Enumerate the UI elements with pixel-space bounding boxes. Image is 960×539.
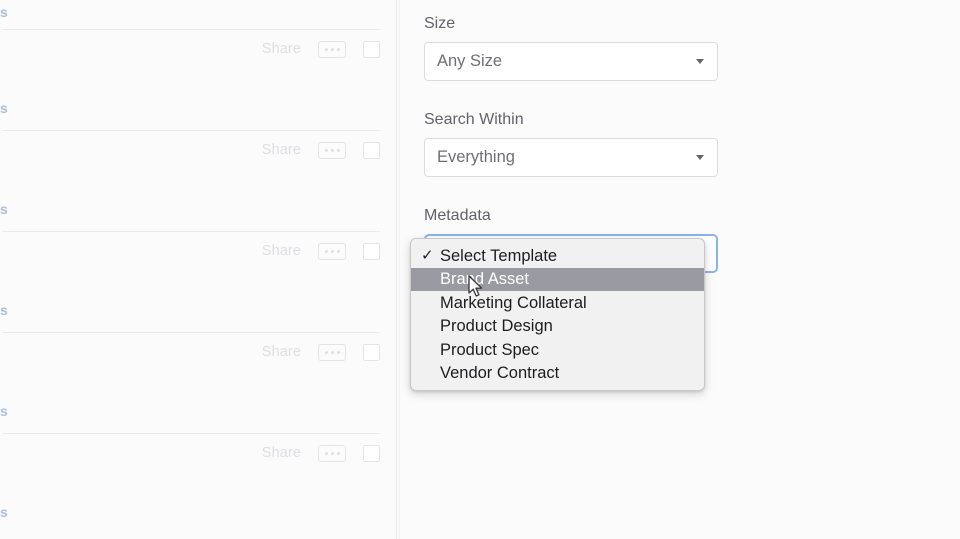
- result-link-fragment[interactable]: s: [0, 303, 8, 317]
- row-checkbox[interactable]: [363, 445, 380, 462]
- ellipsis-icon[interactable]: [318, 41, 346, 58]
- dropdown-item-marketing-collateral[interactable]: Marketing Collateral: [411, 291, 704, 315]
- row-actions: Share: [262, 344, 380, 361]
- row-checkbox[interactable]: [363, 142, 380, 159]
- result-link-fragment[interactable]: s: [0, 5, 8, 19]
- row-checkbox[interactable]: [363, 344, 380, 361]
- row-divider: [3, 332, 380, 333]
- table-row[interactable]: Share s: [0, 231, 397, 332]
- row-divider: [3, 231, 380, 232]
- result-link-fragment[interactable]: s: [0, 505, 8, 519]
- dropdown-item-label: Marketing Collateral: [440, 295, 587, 312]
- field-search-within: Search Within Everything: [424, 111, 718, 177]
- dropdown-item-product-design[interactable]: Product Design: [411, 315, 704, 339]
- row-actions: Share: [262, 142, 380, 159]
- size-label: Size: [424, 15, 718, 33]
- panel-divider: [396, 0, 397, 539]
- ellipsis-icon[interactable]: [318, 445, 346, 462]
- share-button[interactable]: Share: [262, 143, 301, 158]
- share-button[interactable]: Share: [262, 345, 301, 360]
- dropdown-item-label: Product Spec: [440, 342, 539, 359]
- checkmark-icon: ✓: [421, 248, 434, 264]
- row-actions: Share: [262, 445, 380, 462]
- ellipsis-icon[interactable]: [318, 344, 346, 361]
- dropdown-item-vendor-contract[interactable]: Vendor Contract: [411, 362, 704, 386]
- table-row[interactable]: Share s: [0, 332, 397, 433]
- dropdown-item-label: Brand Asset: [440, 271, 529, 288]
- ellipsis-icon[interactable]: [318, 142, 346, 159]
- share-button[interactable]: Share: [262, 42, 301, 57]
- size-select[interactable]: Any Size: [424, 42, 718, 81]
- table-row[interactable]: Share s: [0, 29, 397, 130]
- table-row[interactable]: Share s: [0, 130, 397, 231]
- dropdown-item-label: Select Template: [440, 248, 557, 265]
- share-button[interactable]: Share: [262, 244, 301, 259]
- chevron-down-icon: [696, 155, 704, 160]
- search-within-select[interactable]: Everything: [424, 138, 718, 177]
- dropdown-item-select-template[interactable]: ✓ Select Template: [411, 244, 704, 268]
- result-link-fragment[interactable]: s: [0, 404, 8, 418]
- row-divider: [3, 433, 380, 434]
- chevron-down-icon: [696, 59, 704, 64]
- ellipsis-icon[interactable]: [318, 243, 346, 260]
- result-link-fragment[interactable]: s: [0, 202, 8, 216]
- row-divider: [3, 29, 380, 30]
- result-link-fragment[interactable]: s: [0, 101, 8, 115]
- search-filters-screen: s Share s Share s Share: [0, 0, 960, 539]
- search-within-label: Search Within: [424, 111, 718, 129]
- row-actions: Share: [262, 41, 380, 58]
- row-checkbox[interactable]: [363, 41, 380, 58]
- row-checkbox[interactable]: [363, 243, 380, 260]
- row-divider: [3, 130, 380, 131]
- metadata-dropdown-menu[interactable]: ✓ Select Template Brand Asset Marketing …: [410, 238, 705, 391]
- dropdown-item-label: Product Design: [440, 318, 553, 335]
- dropdown-item-brand-asset[interactable]: Brand Asset: [411, 268, 704, 292]
- metadata-label: Metadata: [424, 207, 718, 225]
- search-results-panel: s Share s Share s Share: [0, 0, 397, 539]
- dropdown-item-product-spec[interactable]: Product Spec: [411, 338, 704, 362]
- table-row[interactable]: Share s: [0, 433, 397, 534]
- field-size: Size Any Size: [424, 15, 718, 81]
- size-select-value: Any Size: [437, 53, 502, 70]
- row-actions: Share: [262, 243, 380, 260]
- search-within-select-value: Everything: [437, 149, 515, 166]
- share-button[interactable]: Share: [262, 446, 301, 461]
- dropdown-item-label: Vendor Contract: [440, 365, 559, 382]
